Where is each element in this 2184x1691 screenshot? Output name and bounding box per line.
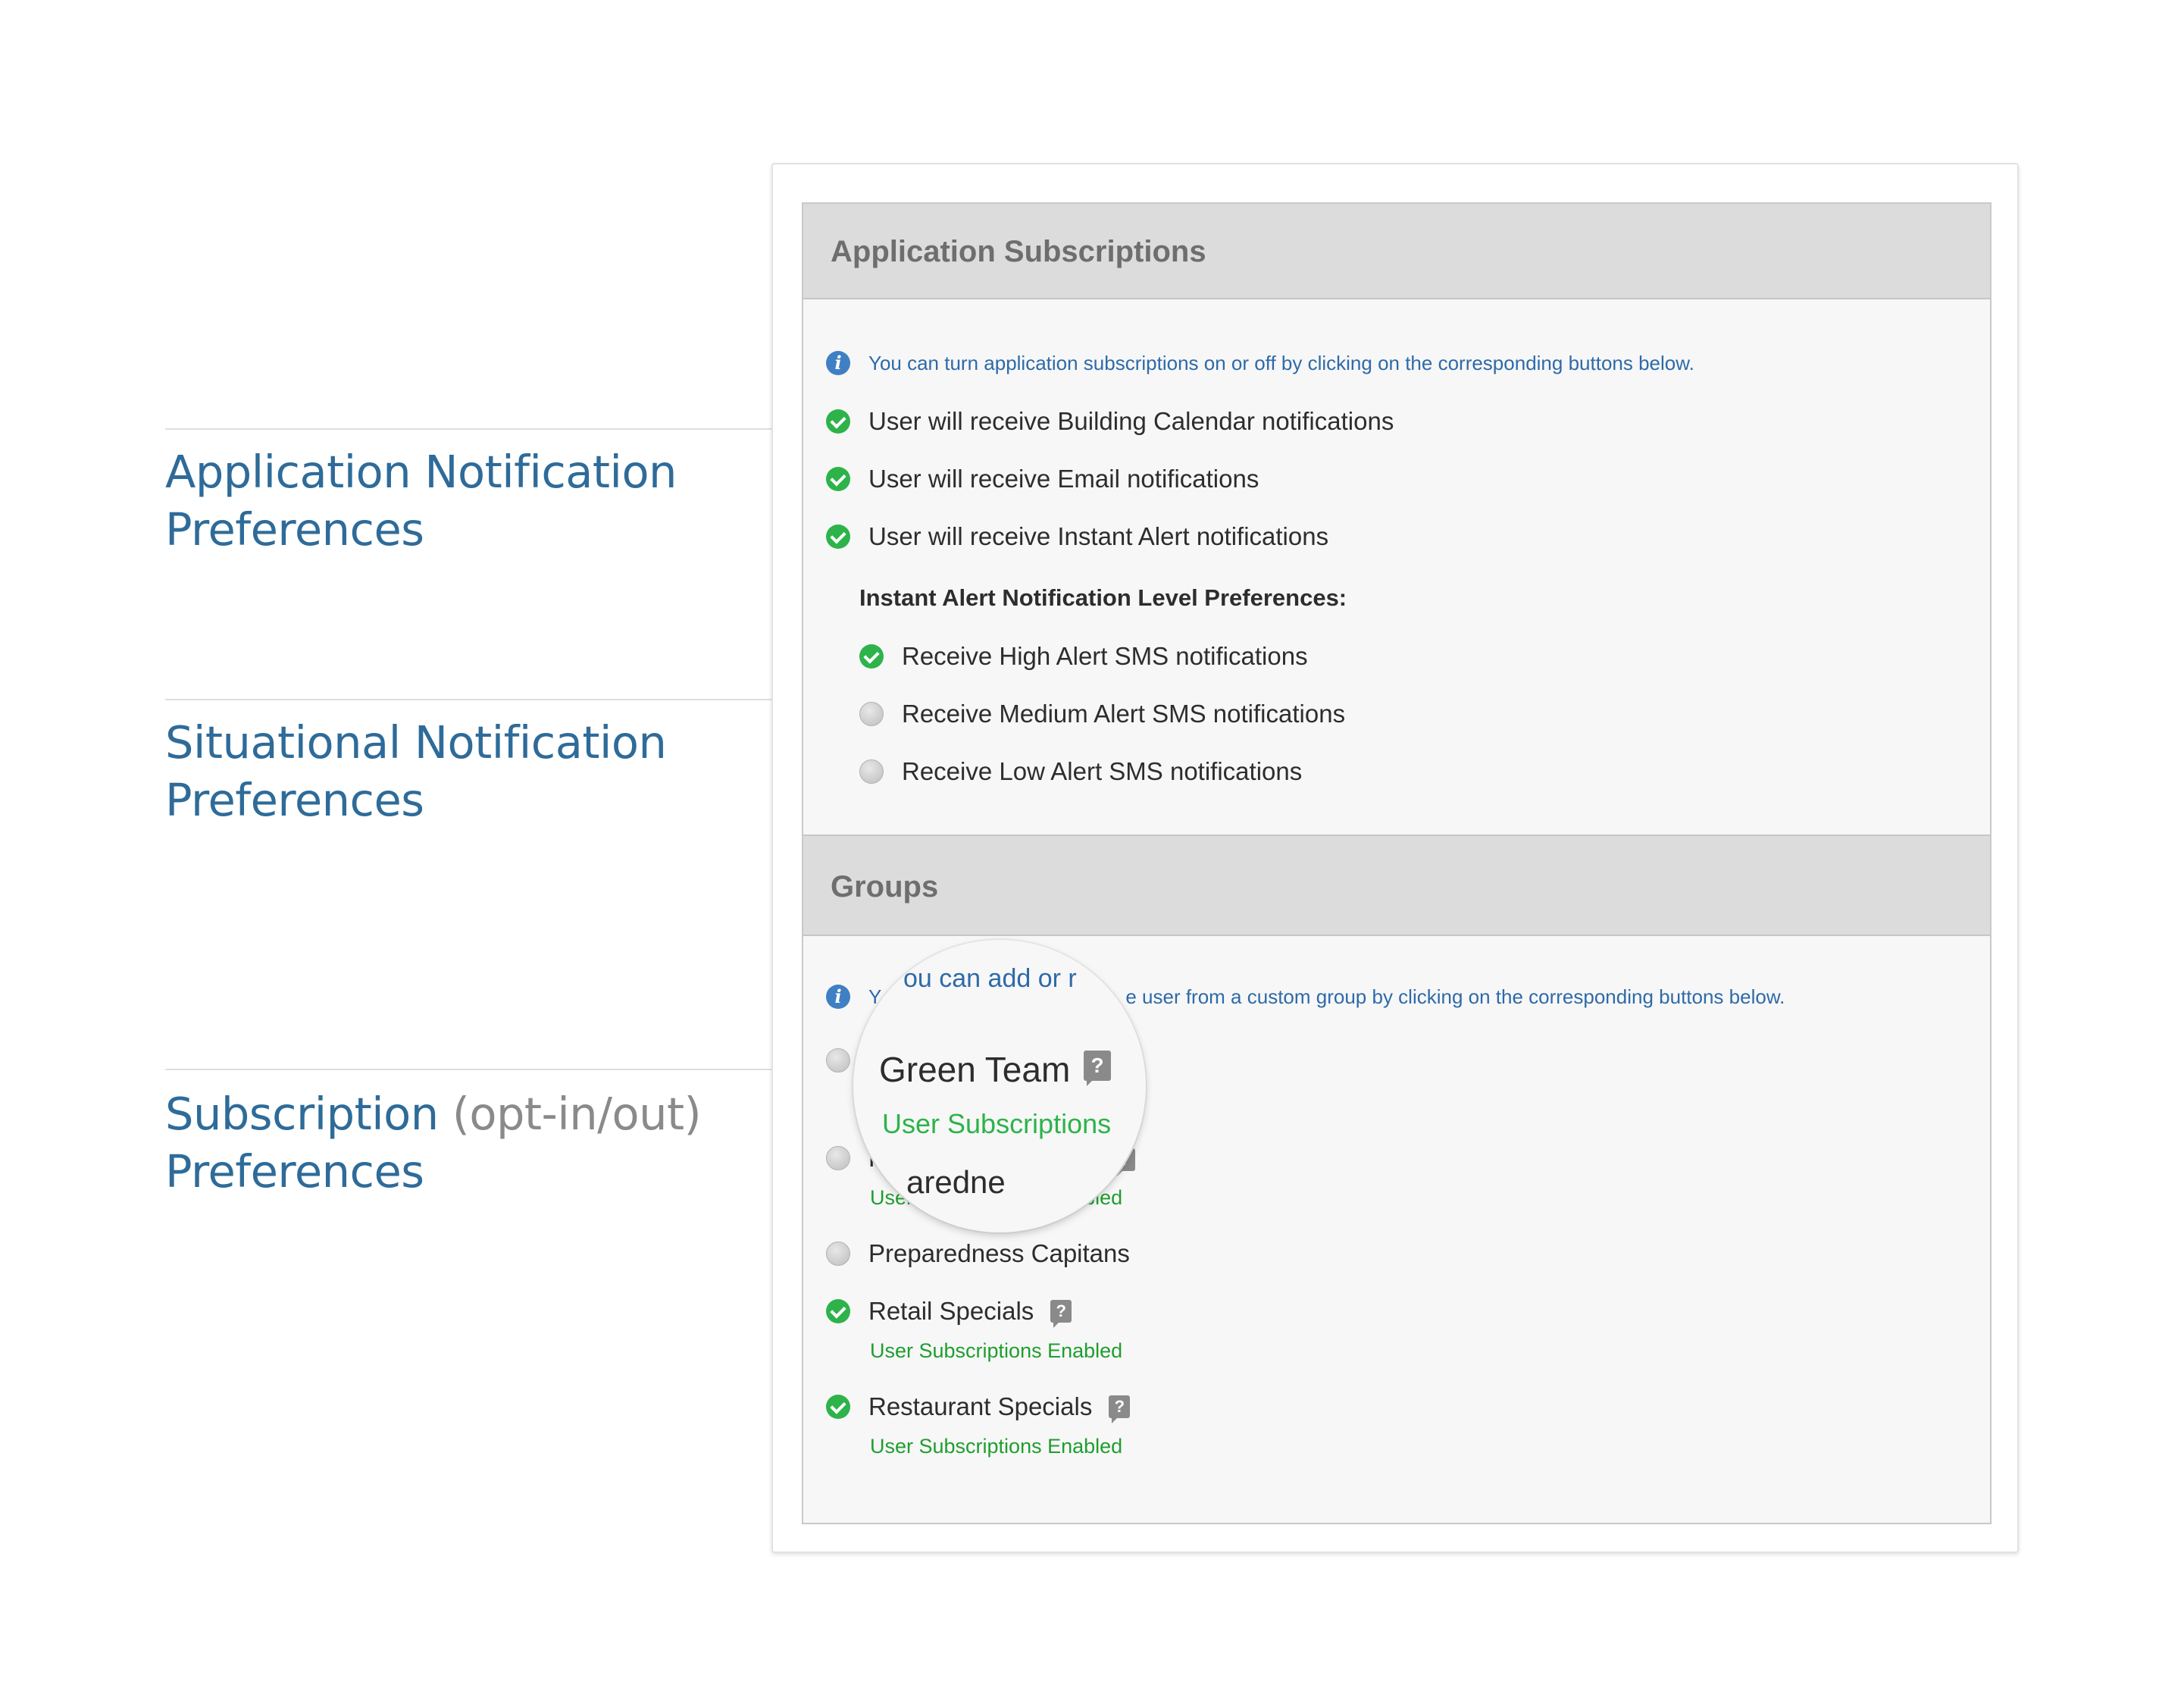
- magnified-group-label: Green Team: [879, 1050, 1071, 1089]
- screenshot-card: Application Subscriptions i You can turn…: [771, 163, 2019, 1553]
- app-subscription-item[interactable]: User will receive Email notifications: [826, 465, 1259, 493]
- app-subscription-label: User will receive Instant Alert notifica…: [868, 522, 1329, 550]
- group-item[interactable]: Preparedness Capitans: [826, 1239, 1130, 1268]
- annotation-subscription-preferences: Subscription (opt-in/out) Preferences: [165, 1085, 702, 1201]
- magnifier-lens: ou can add or r Green Team ? User Subscr…: [853, 940, 1146, 1232]
- alert-level-label: Receive Medium Alert SMS notifications: [902, 700, 1346, 728]
- toggle-off-icon[interactable]: [826, 1048, 850, 1073]
- instant-alert-levels-heading: Instant Alert Notification Level Prefere…: [859, 584, 1347, 612]
- annotation-muted: (opt-in/out): [452, 1088, 702, 1140]
- app-info-text: You can turn application subscriptions o…: [868, 351, 1694, 374]
- magnified-info-text: ou can add or r: [903, 964, 1077, 993]
- group-item[interactable]: Retail Specials ?: [826, 1297, 1072, 1328]
- info-icon: i: [826, 351, 850, 375]
- toggle-off-icon[interactable]: [859, 702, 884, 726]
- application-subscriptions-header: Application Subscriptions: [803, 204, 1990, 299]
- alert-level-item[interactable]: Receive High Alert SMS notifications: [859, 642, 1308, 671]
- help-icon[interactable]: ?: [1109, 1395, 1131, 1423]
- toggle-off-icon[interactable]: [826, 1146, 850, 1170]
- group-label: Retail Specials: [868, 1297, 1034, 1325]
- check-enabled-icon[interactable]: [859, 644, 884, 669]
- alert-level-item[interactable]: Receive Low Alert SMS notifications: [859, 757, 1302, 786]
- help-icon[interactable]: ?: [1050, 1300, 1072, 1328]
- magnified-fragment-text: aredne: [906, 1164, 1006, 1200]
- app-subscription-item[interactable]: User will receive Instant Alert notifica…: [826, 522, 1328, 551]
- groups-info-suffix: e user from a custom group by clicking o…: [1125, 985, 1785, 1008]
- app-subscription-label: User will receive Email notifications: [868, 465, 1259, 493]
- check-enabled-icon[interactable]: [826, 1299, 850, 1323]
- alert-level-label: Receive High Alert SMS notifications: [902, 642, 1308, 670]
- alert-level-item[interactable]: Receive Medium Alert SMS notifications: [859, 700, 1345, 728]
- annotation-divider-3: [165, 1069, 773, 1070]
- group-item[interactable]: Restaurant Specials ?: [826, 1392, 1131, 1423]
- app-subscription-item[interactable]: User will receive Building Calendar noti…: [826, 407, 1394, 436]
- app-info-row: i You can turn application subscriptions…: [826, 351, 1694, 375]
- annotation-line: Preferences: [165, 503, 424, 556]
- check-enabled-icon[interactable]: [826, 467, 850, 491]
- toggle-off-icon[interactable]: [826, 1242, 850, 1266]
- check-enabled-icon[interactable]: [826, 409, 850, 434]
- check-enabled-icon[interactable]: [826, 525, 850, 549]
- annotation-line: Preferences: [165, 1145, 424, 1198]
- annotation-divider-2: [165, 699, 773, 700]
- annotation-application-preferences: Application Notification Preferences: [165, 443, 677, 559]
- group-label: Preparedness Capitans: [868, 1239, 1130, 1267]
- app-subscription-label: User will receive Building Calendar noti…: [868, 407, 1394, 435]
- groups-header: Groups: [803, 835, 1990, 936]
- info-icon: i: [826, 985, 850, 1009]
- group-subscription-status: User Subscriptions Enabled: [870, 1339, 1123, 1362]
- annotation-line: Subscription: [165, 1088, 439, 1140]
- annotation-line: Situational Notification: [165, 716, 667, 769]
- group-label: Restaurant Specials: [868, 1392, 1093, 1420]
- magnified-status-text: User Subscriptions: [882, 1108, 1112, 1139]
- check-enabled-icon[interactable]: [826, 1395, 850, 1419]
- levels-heading-text: Instant Alert Notification Level Prefere…: [859, 584, 1347, 611]
- annotation-situational-preferences: Situational Notification Preferences: [165, 714, 667, 829]
- annotation-line: Preferences: [165, 774, 424, 826]
- annotation-line: Application Notification: [165, 446, 677, 498]
- toggle-off-icon[interactable]: [859, 759, 884, 784]
- alert-level-label: Receive Low Alert SMS notifications: [902, 757, 1303, 785]
- group-subscription-status: User Subscriptions Enabled: [870, 1435, 1123, 1458]
- preferences-panel: Application Subscriptions i You can turn…: [802, 202, 1992, 1524]
- annotation-divider-1: [165, 428, 773, 430]
- magnified-help-icon: ?: [1084, 1051, 1111, 1086]
